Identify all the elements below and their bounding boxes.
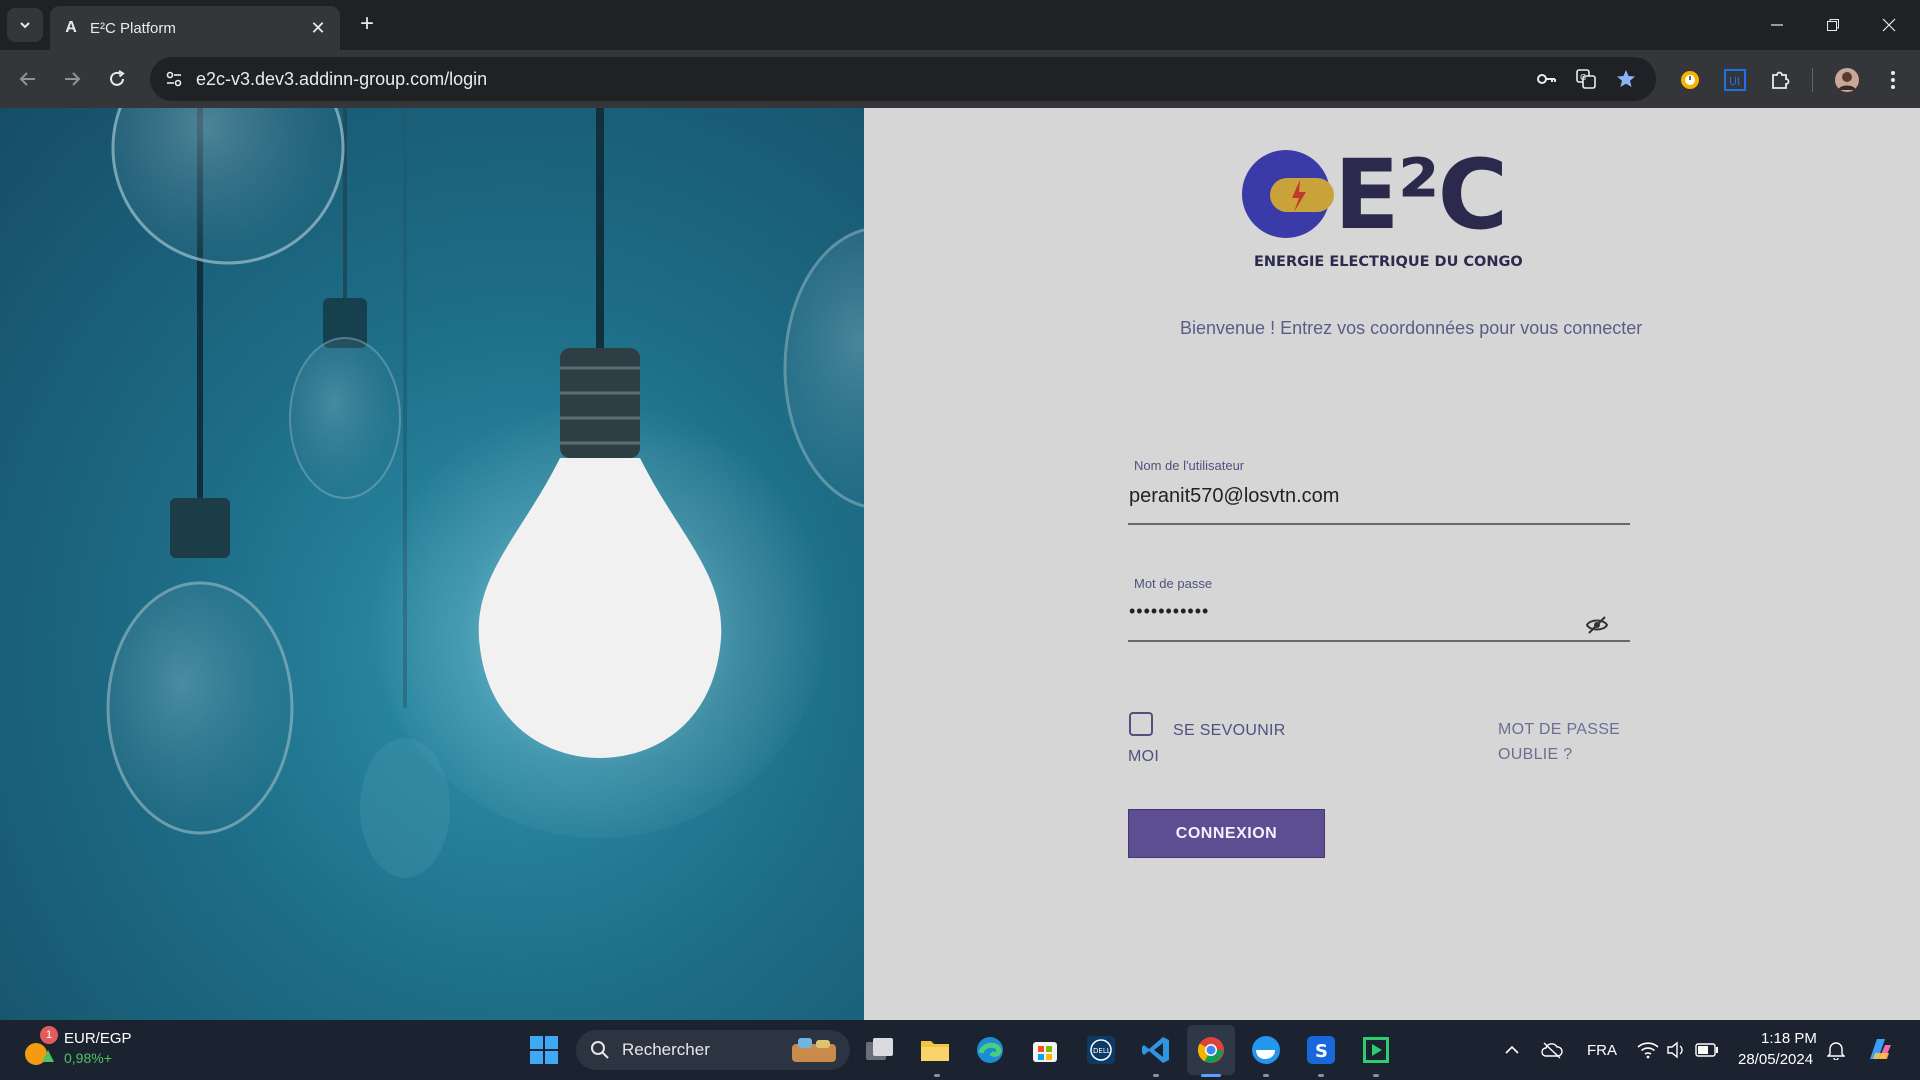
onedrive-off-icon[interactable] (1534, 1032, 1570, 1068)
reload-icon (110, 70, 125, 86)
chrome-running-indicator (1201, 1074, 1221, 1077)
light-bulbs-illustration (106, 108, 864, 878)
search-highlight-icon (792, 1038, 836, 1062)
username-underline (1128, 523, 1630, 525)
minimize-icon (1771, 24, 1783, 26)
media-running-indicator (1373, 1074, 1379, 1077)
clock-time[interactable]: 1:18 PM (1761, 1030, 1817, 1047)
windows-start-icon[interactable] (526, 1032, 562, 1068)
chevron-down-icon (20, 22, 30, 29)
clock-date[interactable]: 28/05/2024 (1738, 1051, 1813, 1068)
notification-badge: 1 (40, 1026, 58, 1044)
close-icon (1882, 18, 1896, 32)
market-widget[interactable]: 1 EUR/EGP 0,98%+ (22, 1026, 162, 1072)
notification-bell-icon[interactable] (1818, 1032, 1854, 1068)
media-app-icon[interactable] (1358, 1032, 1394, 1068)
copilot-icon[interactable] (1862, 1032, 1898, 1068)
file-explorer-icon[interactable] (917, 1032, 953, 1068)
ticker-change: 0,98%+ (64, 1050, 112, 1066)
connexion-button[interactable]: CONNEXION (1128, 809, 1325, 858)
translate-icon[interactable]: G (1574, 67, 1598, 91)
remember-me-label-line1[interactable]: SE SEVOUNIR (1173, 722, 1286, 740)
forgot-password-line1: MOT DE PASSE (1498, 721, 1621, 738)
sourcetree-running-indicator (1318, 1074, 1324, 1077)
password-label: Mot de passe (1134, 576, 1213, 591)
chrome-icon[interactable] (1193, 1032, 1229, 1068)
edge-browser-icon[interactable] (972, 1032, 1008, 1068)
restore-button[interactable] (1810, 10, 1856, 40)
username-input[interactable]: peranit570@losvtn.com (1129, 485, 1339, 508)
minimize-button[interactable] (1754, 10, 1800, 40)
url-text[interactable]: e2c-v3.dev3.addinn-group.com/login (196, 69, 487, 90)
password-input[interactable]: ••••••••••• (1129, 601, 1209, 622)
extension-timer-icon[interactable] (1677, 67, 1703, 93)
bookmark-star-icon[interactable] (1614, 67, 1638, 91)
ticker-symbol: EUR/EGP (64, 1030, 132, 1047)
remember-me-label-line2[interactable]: MOI (1128, 748, 1159, 766)
chevron-up-icon[interactable] (1494, 1032, 1530, 1068)
arrow-right-icon (65, 72, 81, 86)
extension-ui-icon[interactable]: UI (1722, 67, 1748, 93)
docker-running-indicator (1263, 1074, 1269, 1077)
input-language[interactable]: FRA (1587, 1042, 1617, 1059)
toolbar-divider (1812, 68, 1813, 92)
vscode-icon[interactable] (1138, 1032, 1174, 1068)
browser-tabstrip: A E²C Platform ✕ + (0, 0, 1920, 50)
password-key-icon[interactable] (1534, 67, 1558, 91)
password-underline (1128, 640, 1630, 642)
tab-title: E²C Platform (90, 19, 176, 37)
profile-avatar[interactable] (1834, 67, 1860, 93)
forgot-password-line2: OUBLIE ? (1498, 746, 1573, 763)
microsoft-store-icon[interactable] (1027, 1032, 1063, 1068)
site-info-icon[interactable] (162, 67, 186, 91)
search-icon (591, 1041, 609, 1059)
back-button[interactable] (12, 63, 44, 95)
svg-text:UI: UI (1729, 75, 1740, 88)
angular-favicon-icon: A (65, 19, 77, 36)
docker-icon[interactable] (1248, 1032, 1284, 1068)
browser-menu-icon[interactable] (1880, 67, 1906, 93)
task-view-icon[interactable] (862, 1032, 898, 1068)
welcome-text: Bienvenue ! Entrez vos coordonnées pour … (1180, 318, 1643, 338)
windows-taskbar: 1 EUR/EGP 0,98%+ Rechercher DELL S FRA 1… (0, 1020, 1920, 1080)
address-bar[interactable]: e2c-v3.dev3.addinn-group.com/login G (150, 57, 1656, 101)
new-tab-button[interactable]: + (354, 12, 380, 38)
browser-toolbar: e2c-v3.dev3.addinn-group.com/login G UI (0, 50, 1920, 108)
username-label: Nom de l'utilisateur (1134, 458, 1245, 473)
eye-off-icon[interactable] (1585, 613, 1609, 637)
e2c-logo: E²C ENERGIE ELECTRIQUE DU CONGO (1228, 136, 1538, 276)
light-bulbs-hero-image (0, 108, 864, 1020)
logo-wordmark: E²C (1334, 139, 1508, 251)
search-label: Rechercher (622, 1040, 710, 1059)
svg-text:DELL: DELL (1093, 1047, 1111, 1055)
forward-button[interactable] (56, 63, 88, 95)
tab-search-button[interactable] (7, 8, 43, 42)
explorer-running-indicator (934, 1074, 940, 1077)
browser-tab-active[interactable]: A E²C Platform ✕ (50, 6, 340, 50)
restore-icon (1827, 19, 1839, 31)
dell-app-icon[interactable]: DELL (1083, 1032, 1119, 1068)
svg-text:S: S (1315, 1041, 1328, 1062)
extensions-puzzle-icon[interactable] (1767, 67, 1793, 93)
taskbar-search[interactable]: Rechercher (576, 1030, 850, 1070)
battery-icon[interactable] (1689, 1032, 1725, 1068)
svg-text:G: G (1580, 73, 1586, 82)
login-page (0, 108, 1920, 1020)
arrow-left-icon (19, 72, 35, 86)
close-window-button[interactable] (1866, 10, 1912, 40)
vscode-running-indicator (1153, 1074, 1159, 1077)
sourcetree-icon[interactable]: S (1303, 1032, 1339, 1068)
logo-tagline: ENERGIE ELECTRIQUE DU CONGO (1254, 254, 1523, 270)
remember-me-checkbox[interactable] (1129, 712, 1153, 736)
reload-button[interactable] (101, 63, 133, 95)
forgot-password-link[interactable]: MOT DE PASSE OUBLIE ? (1498, 717, 1638, 767)
tab-close-button[interactable]: ✕ (308, 18, 328, 39)
